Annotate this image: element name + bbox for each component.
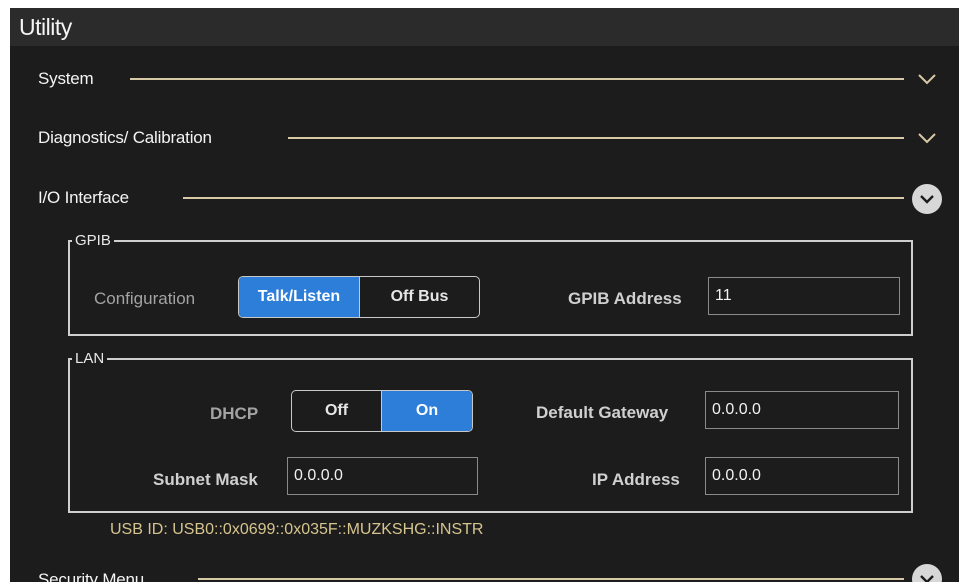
- default-gateway-field[interactable]: 0.0.0.0: [705, 391, 899, 429]
- dhcp-on-button[interactable]: On: [381, 391, 472, 431]
- section-divider: [198, 578, 904, 580]
- subnet-mask-field[interactable]: 0.0.0.0: [287, 457, 478, 495]
- dhcp-off-button[interactable]: Off: [292, 391, 381, 431]
- section-divider: [183, 197, 904, 199]
- title-bar: Utility: [10, 8, 959, 46]
- chevron-down-icon[interactable]: [915, 126, 939, 150]
- section-io-label: I/O Interface: [38, 188, 129, 207]
- dhcp-toggle[interactable]: Off On: [291, 390, 473, 432]
- section-diagnostics-label: Diagnostics/ Calibration: [38, 128, 212, 147]
- dhcp-label: DHCP: [210, 404, 259, 423]
- utility-panel: Utility System Diagnostics/ Calibration …: [10, 8, 959, 582]
- section-divider: [288, 137, 904, 139]
- talk-listen-button[interactable]: Talk/Listen: [239, 277, 359, 317]
- off-bus-button[interactable]: Off Bus: [359, 277, 479, 317]
- default-gateway-label: Default Gateway: [536, 403, 669, 422]
- chevron-down-icon[interactable]: [915, 67, 939, 91]
- lan-legend: LAN: [72, 350, 108, 367]
- panel-title: Utility: [19, 14, 72, 40]
- subnet-mask-label: Subnet Mask: [153, 470, 258, 489]
- gpib-legend: GPIB: [72, 232, 114, 249]
- lan-group: LAN DHCP Off On Default Gateway 0.0.0.0 …: [68, 350, 913, 513]
- chevron-down-circle-icon[interactable]: [912, 184, 942, 214]
- chevron-down-circle-icon[interactable]: [912, 564, 942, 582]
- gpib-configuration-toggle[interactable]: Talk/Listen Off Bus: [238, 276, 480, 318]
- section-security-label: Security Menu: [38, 570, 145, 582]
- ip-address-label: IP Address: [592, 470, 680, 489]
- section-system-label: System: [38, 69, 94, 88]
- section-divider: [130, 78, 904, 80]
- gpib-address-field[interactable]: 11: [708, 277, 900, 315]
- gpib-address-label: GPIB Address: [568, 289, 682, 308]
- usb-id-text: USB ID: USB0::0x0699::0x035F::MUZKSHG::I…: [110, 521, 484, 538]
- gpib-configuration-label: Configuration: [94, 289, 196, 308]
- gpib-group: GPIB Configuration Talk/Listen Off Bus G…: [68, 232, 913, 336]
- ip-address-field[interactable]: 0.0.0.0: [705, 457, 899, 495]
